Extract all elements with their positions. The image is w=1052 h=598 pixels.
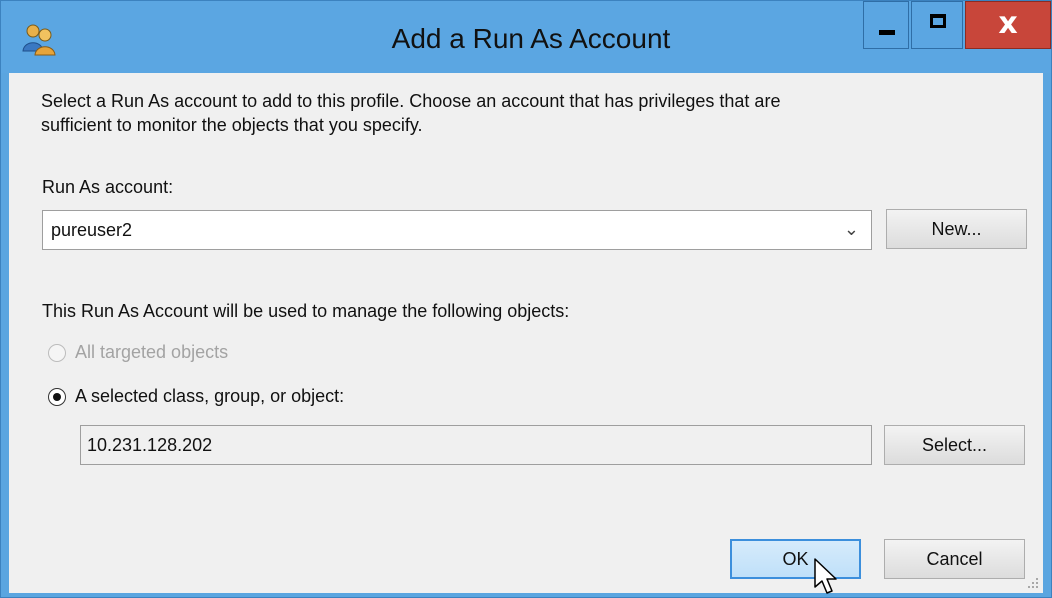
intro-line-1: Select a Run As account to add to this p…	[41, 91, 781, 111]
maximize-button[interactable]	[911, 1, 963, 49]
cancel-button[interactable]: Cancel	[884, 539, 1025, 579]
radio-all-targeted-objects[interactable]	[48, 344, 66, 362]
close-button[interactable]: x	[965, 1, 1051, 49]
resize-grip-icon[interactable]	[1025, 575, 1039, 589]
dialog-window: Add a Run As Account x Select a Run As a…	[0, 0, 1052, 598]
title-bar[interactable]: Add a Run As Account x	[1, 1, 1051, 73]
close-icon: x	[998, 6, 1018, 41]
manage-objects-label: This Run As Account will be used to mana…	[42, 301, 570, 321]
maximize-icon	[930, 14, 946, 28]
selected-object-value: 10.231.128.202	[87, 435, 213, 455]
radio-selected-object[interactable]	[48, 388, 66, 406]
all-targeted-objects-label: All targeted objects	[75, 342, 229, 362]
select-object-button[interactable]: Select...	[884, 425, 1025, 465]
ok-button[interactable]: OK	[730, 539, 861, 579]
intro-line-2: sufficient to monitor the objects that y…	[41, 115, 423, 135]
run-as-account-dropdown[interactable]: pureuser2 ⌄	[42, 210, 872, 250]
mouse-pointer-icon	[814, 558, 837, 594]
run-as-account-label: Run As account:	[42, 177, 174, 197]
chevron-down-icon[interactable]: ⌄	[844, 219, 859, 240]
window-title: Add a Run As Account	[391, 23, 671, 54]
dialog-content: Select a Run As account to add to this p…	[9, 73, 1043, 594]
minimize-icon	[879, 30, 895, 35]
minimize-button[interactable]	[863, 1, 909, 49]
intro-text: Select a Run As account to add to this p…	[41, 89, 1021, 137]
selected-object-label: A selected class, group, or object:	[75, 386, 345, 406]
run-as-account-value: pureuser2	[51, 220, 133, 240]
new-account-button[interactable]: New...	[886, 209, 1027, 249]
run-as-account-people-icon	[22, 24, 56, 56]
selected-object-field: 10.231.128.202	[80, 425, 872, 465]
